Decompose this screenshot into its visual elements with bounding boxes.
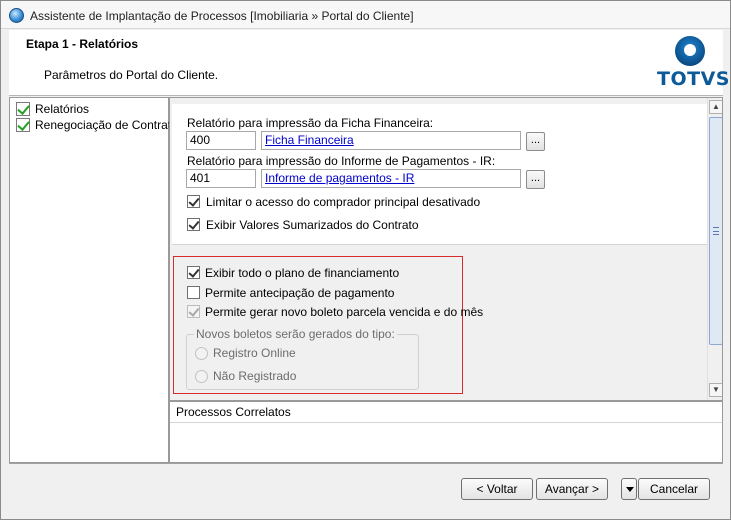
informe-code-input[interactable]: 401	[186, 169, 256, 188]
informe-name-link[interactable]: Informe de pagamentos - IR	[261, 169, 521, 188]
wizard-header: Etapa 1 - Relatórios Parâmetros do Porta…	[9, 30, 730, 96]
scroll-thumb[interactable]	[709, 117, 722, 345]
exibir-sumarizados-checkbox[interactable]	[187, 218, 200, 231]
footer-divider	[9, 463, 723, 464]
reports-section: Relatório para impressão da Ficha Financ…	[172, 104, 707, 245]
scroll-down-icon[interactable]: ▼	[709, 383, 722, 397]
step-subtitle: Parâmetros do Portal do Cliente.	[44, 68, 219, 82]
next-button[interactable]: Avançar >	[536, 478, 608, 500]
totvs-logo: TOTVS	[657, 34, 730, 92]
options-dropdown-button[interactable]	[621, 478, 637, 500]
tree-item-label: Renegociação de Contrato	[35, 118, 178, 132]
title-bar: Assistente de Implantação de Processos […	[1, 1, 730, 29]
green-check-icon	[16, 118, 30, 132]
cancel-button[interactable]: Cancelar	[638, 478, 710, 500]
scroll-grip-icon	[713, 227, 719, 235]
totvs-logo-text: TOTVS	[657, 68, 730, 90]
step-title: Etapa 1 - Relatórios	[26, 37, 139, 51]
registro-online-label: Registro Online	[213, 346, 296, 360]
ficha-code-input[interactable]: 400	[186, 131, 256, 150]
exibir-plano-checkbox[interactable]	[187, 266, 200, 279]
limitar-acesso-checkbox[interactable]	[187, 195, 200, 208]
limitar-acesso-label: Limitar o acesso do comprador principal …	[206, 195, 481, 209]
ficha-browse-button[interactable]: ...	[526, 132, 545, 151]
window-title: Assistente de Implantação de Processos […	[30, 9, 414, 23]
novo-boleto-checkbox[interactable]	[187, 305, 200, 318]
step-content-panel: Relatório para impressão da Ficha Financ…	[169, 97, 723, 401]
content-scrollbar[interactable]: ▲ ▼	[707, 98, 722, 400]
related-processes-panel: Processos Correlatos	[169, 401, 723, 463]
registro-online-radio[interactable]	[195, 347, 208, 360]
nao-registrado-label: Não Registrado	[213, 369, 297, 383]
green-check-icon	[16, 102, 30, 116]
informe-browse-button[interactable]: ...	[526, 170, 545, 189]
back-button[interactable]: < Voltar	[461, 478, 533, 500]
ficha-name-link[interactable]: Ficha Financeira	[261, 131, 521, 150]
nao-registrado-radio[interactable]	[195, 370, 208, 383]
exibir-plano-label: Exibir todo o plano de financiamento	[205, 266, 400, 280]
ficha-label: Relatório para impressão da Ficha Financ…	[187, 116, 434, 130]
chevron-down-icon	[626, 487, 634, 492]
novo-boleto-label: Permite gerar novo boleto parcela vencid…	[205, 305, 484, 319]
steps-tree: Relatórios Renegociação de Contrato	[9, 97, 178, 463]
tree-item-label: Relatórios	[35, 102, 90, 116]
wizard-window: Assistente de Implantação de Processos […	[0, 0, 731, 520]
app-icon	[9, 8, 24, 23]
exibir-sumarizados-label: Exibir Valores Sumarizados do Contrato	[206, 218, 419, 232]
informe-label: Relatório para impressão do Informe de P…	[187, 154, 496, 168]
antecipacao-checkbox[interactable]	[187, 286, 200, 299]
totvs-logo-icon	[675, 36, 705, 66]
related-processes-header: Processos Correlatos	[170, 402, 722, 423]
scroll-up-icon[interactable]: ▲	[709, 100, 722, 114]
boleto-type-legend: Novos boletos serão gerados do tipo:	[194, 327, 397, 341]
antecipacao-label: Permite antecipação de pagamento	[205, 286, 395, 300]
